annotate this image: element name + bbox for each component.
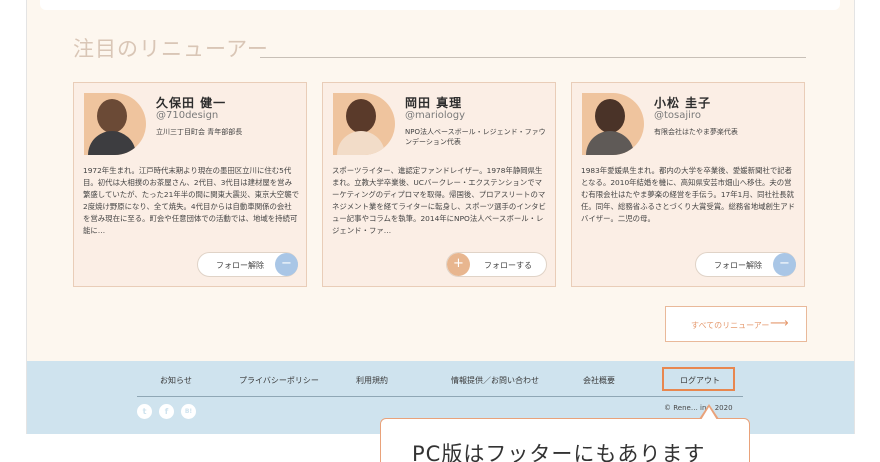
- footer-link-company[interactable]: 会社概要: [583, 375, 615, 386]
- renewer-role: NPO法人ベースボール・レジェンド・ファウンデーション代表: [405, 128, 546, 146]
- renewer-card[interactable]: 久保田 健一 @710design 立川三丁目町会 青年部部長 1972年生まれ…: [73, 82, 307, 287]
- all-renewers-button[interactable]: すべてのリニューアー ⟶: [665, 306, 807, 342]
- avatar[interactable]: [582, 93, 644, 155]
- minus-icon: −: [275, 253, 298, 276]
- renewer-name[interactable]: 久保田 健一: [156, 94, 226, 111]
- header-bottom-edge: [40, 0, 840, 10]
- renewer-handle: @mariology: [405, 110, 466, 121]
- renewer-handle: @710design: [156, 110, 219, 121]
- facebook-icon[interactable]: f: [159, 404, 174, 419]
- minus-icon: −: [773, 253, 796, 276]
- follow-label: フォローする: [484, 261, 532, 270]
- footer-link-privacy[interactable]: プライバシーポリシー: [239, 375, 319, 386]
- follow-button[interactable]: + フォローする: [446, 252, 547, 277]
- unfollow-button[interactable]: フォロー解除 −: [197, 252, 298, 277]
- renewer-role: 立川三丁目町会 青年部部長: [156, 128, 243, 136]
- footer-divider: [137, 396, 743, 397]
- avatar[interactable]: [333, 93, 395, 155]
- follow-label: フォロー解除: [714, 261, 762, 270]
- renewer-bio: 1972年生まれ。江戸時代末期より現在の墨田区立川に住む5代目。初代は大相撲のお…: [83, 166, 299, 235]
- footer-link-contact[interactable]: 情報提供／お問い合わせ: [451, 375, 539, 386]
- plus-icon: +: [447, 253, 470, 276]
- footer-link-terms[interactable]: 利用規約: [356, 375, 388, 386]
- avatar[interactable]: [84, 93, 146, 155]
- renewer-bio: スポーツライター、進認定ファンドレイザー。1978年静岡県生まれ。立教大学卒業後…: [332, 166, 546, 235]
- renewer-card[interactable]: 岡田 真理 @mariology NPO法人ベースボール・レジェンド・ファウンデ…: [322, 82, 556, 287]
- logout-highlight: [662, 367, 735, 391]
- renewer-role: 有限会社はたやま夢楽代表: [654, 128, 738, 136]
- all-renewers-label: すべてのリニューアー: [691, 321, 770, 330]
- hatena-bookmark-icon[interactable]: B!: [181, 404, 196, 419]
- renewer-name[interactable]: 岡田 真理: [405, 94, 462, 111]
- arrow-right-icon: ⟶: [770, 316, 789, 331]
- renewer-name[interactable]: 小松 圭子: [654, 94, 711, 111]
- title-divider: [260, 57, 806, 58]
- footer-link-news[interactable]: お知らせ: [160, 375, 192, 386]
- twitter-icon[interactable]: t: [137, 404, 152, 419]
- renewer-card[interactable]: 小松 圭子 @tosajiro 有限会社はたやま夢楽代表 1983年愛媛県生まれ…: [571, 82, 805, 287]
- renewer-handle: @tosajiro: [654, 110, 701, 121]
- unfollow-button[interactable]: フォロー解除 −: [695, 252, 796, 277]
- renewer-bio: 1983年愛媛県生まれ。都内の大学を卒業後、愛媛新聞社で記者となる。2010年結…: [581, 166, 796, 223]
- follow-label: フォロー解除: [216, 261, 264, 270]
- callout-text: PC版はフッターにもあります: [412, 442, 706, 462]
- section-title: 注目のリニューアー: [73, 37, 269, 61]
